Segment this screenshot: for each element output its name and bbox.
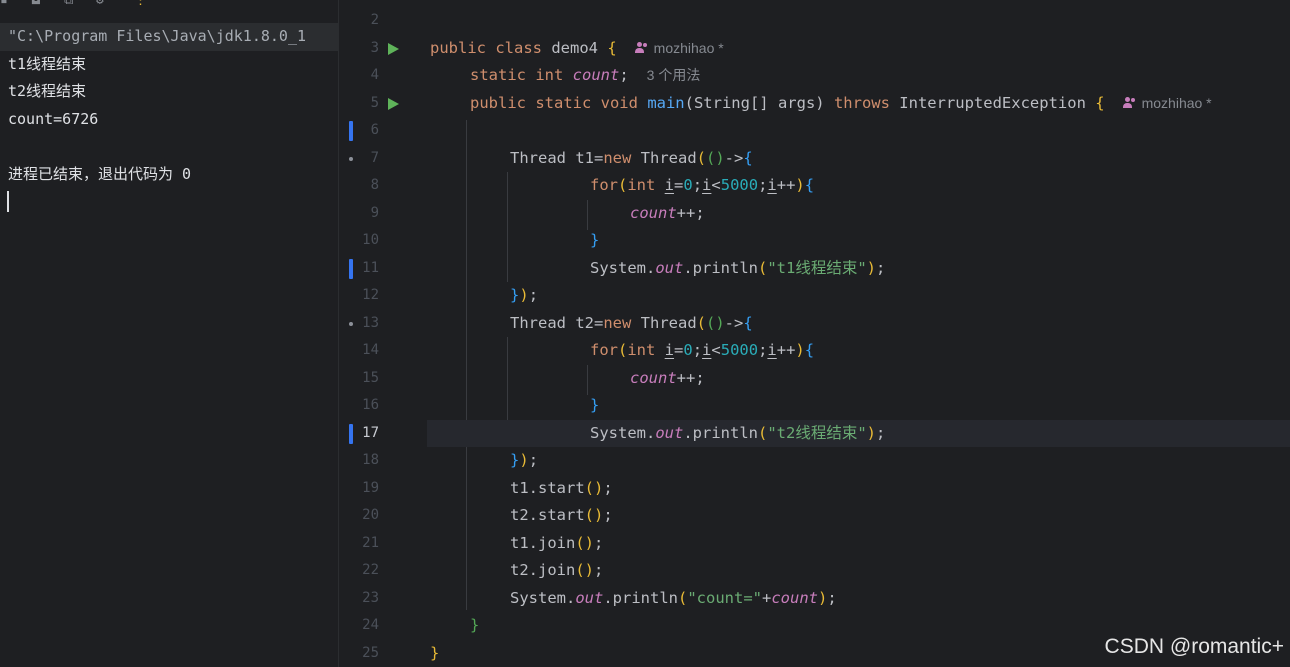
code-line[interactable]: System.out.println("t1线程结束"); — [590, 255, 1290, 283]
author-icon — [634, 41, 651, 54]
code-line[interactable]: } — [590, 392, 1290, 420]
code-line[interactable]: for(int i=0;i<5000;i++){ — [590, 172, 1290, 200]
indent-guide — [507, 172, 508, 282]
line-number: 25 — [362, 644, 379, 661]
line-number: 23 — [362, 589, 379, 606]
line-number: 22 — [362, 562, 379, 578]
code-text-area[interactable]: public class demo4 {mozhihao * static in… — [427, 0, 1290, 667]
csdn-watermark: CSDN @romantic+ — [1104, 635, 1284, 658]
line-number: 3 — [370, 39, 379, 56]
line-number: 16 — [362, 397, 379, 413]
code-line[interactable]: System.out.println("count="+count); — [510, 585, 1290, 613]
pin-icon[interactable]: ▪ — [0, 0, 8, 8]
code-line[interactable]: Thread t1=new Thread(()->{ — [510, 145, 1290, 173]
line-number: 24 — [362, 617, 379, 633]
line-number: 2 — [370, 12, 379, 28]
line-number: 21 — [362, 534, 379, 551]
code-line[interactable]: t2.start(); — [510, 502, 1290, 530]
line-number: 13 — [362, 314, 379, 331]
author-icon — [1122, 96, 1139, 109]
line-number: 5 — [370, 94, 379, 111]
usages-hint[interactable]: 3 个用法 — [647, 67, 701, 83]
line-number: 12 — [362, 287, 379, 303]
code-line[interactable]: for(int i=0;i<5000;i++){ — [590, 337, 1290, 365]
current-line-number: 17 — [362, 424, 379, 441]
line-number: 7 — [370, 149, 379, 166]
code-editor[interactable]: 2 3 4 5 6 7 8 9 10 11 12 13 14 15 16 17 … — [339, 0, 1290, 667]
indent-guide — [587, 200, 588, 230]
author-hint[interactable]: mozhihao * — [654, 40, 724, 56]
line-number: 14 — [362, 342, 379, 358]
fold-marker-icon[interactable] — [349, 321, 353, 326]
line-number: 4 — [370, 67, 379, 83]
settings-icon[interactable]: ⚙ — [96, 0, 104, 8]
console-toolbar: ▪ ◘ ⧉ ⚙ ⋮ — [0, 0, 338, 18]
code-line[interactable]: t1.join(); — [510, 530, 1290, 558]
line-number: 11 — [362, 259, 379, 276]
line-number: 8 — [370, 177, 379, 193]
change-marker[interactable] — [349, 258, 353, 279]
line-number: 15 — [362, 369, 379, 386]
console-output-line: t2线程结束 — [8, 82, 87, 100]
code-line[interactable]: }); — [510, 282, 1290, 310]
console-text-caret — [7, 191, 9, 212]
run-console-panel: ▪ ◘ ⧉ ⚙ ⋮ "C:\Program Files\Java\jdk1.8.… — [0, 0, 338, 667]
console-output-line: t1线程结束 — [8, 54, 87, 73]
export-icon[interactable]: ⧉ — [64, 0, 73, 8]
code-line[interactable]: count++; — [630, 365, 1290, 393]
code-line[interactable]: }); — [510, 447, 1290, 475]
change-marker[interactable] — [349, 423, 353, 444]
code-line-current[interactable]: System.out.println("t2线程结束"); — [590, 420, 1290, 448]
line-number: 10 — [362, 232, 379, 248]
camera-icon[interactable]: ◘ — [32, 0, 40, 8]
console-output-line: count=6726 — [8, 109, 99, 128]
code-line[interactable]: static int count; 3 个用法 — [470, 62, 1290, 90]
console-output[interactable]: "C:\Program Files\Java\jdk1.8.0_1 t1线程结束… — [0, 23, 338, 188]
indent-guide — [587, 365, 588, 395]
code-line[interactable]: count++; — [630, 200, 1290, 228]
change-marker[interactable] — [349, 121, 353, 141]
console-command-line: "C:\Program Files\Java\jdk1.8.0_1 — [0, 23, 338, 51]
indent-guide — [466, 120, 467, 610]
console-exit-message: 进程已结束，退出代码为 0 — [8, 164, 192, 183]
editor-gutter: 2 3 4 5 6 7 8 9 10 11 12 13 14 15 16 17 … — [339, 0, 427, 667]
line-number: 19 — [362, 479, 379, 496]
fold-marker-icon[interactable] — [349, 156, 353, 161]
code-line[interactable]: t2.join(); — [510, 557, 1290, 585]
line-number: 6 — [370, 122, 379, 138]
code-line[interactable]: public class demo4 {mozhihao * — [430, 35, 1290, 63]
run-class-icon[interactable] — [388, 42, 399, 55]
code-line[interactable]: t1.start(); — [510, 475, 1290, 503]
code-line[interactable]: } — [590, 227, 1290, 255]
run-main-icon[interactable] — [388, 97, 399, 110]
code-line[interactable]: public static void main(String[] args) t… — [470, 90, 1290, 118]
author-hint[interactable]: mozhihao * — [1142, 95, 1212, 111]
more-options-icon[interactable]: ⋮ — [134, 0, 147, 8]
line-number: 18 — [362, 452, 379, 468]
line-number: 9 — [370, 204, 379, 221]
line-number: 20 — [362, 507, 379, 523]
code-line[interactable]: Thread t2=new Thread(()->{ — [510, 310, 1290, 338]
